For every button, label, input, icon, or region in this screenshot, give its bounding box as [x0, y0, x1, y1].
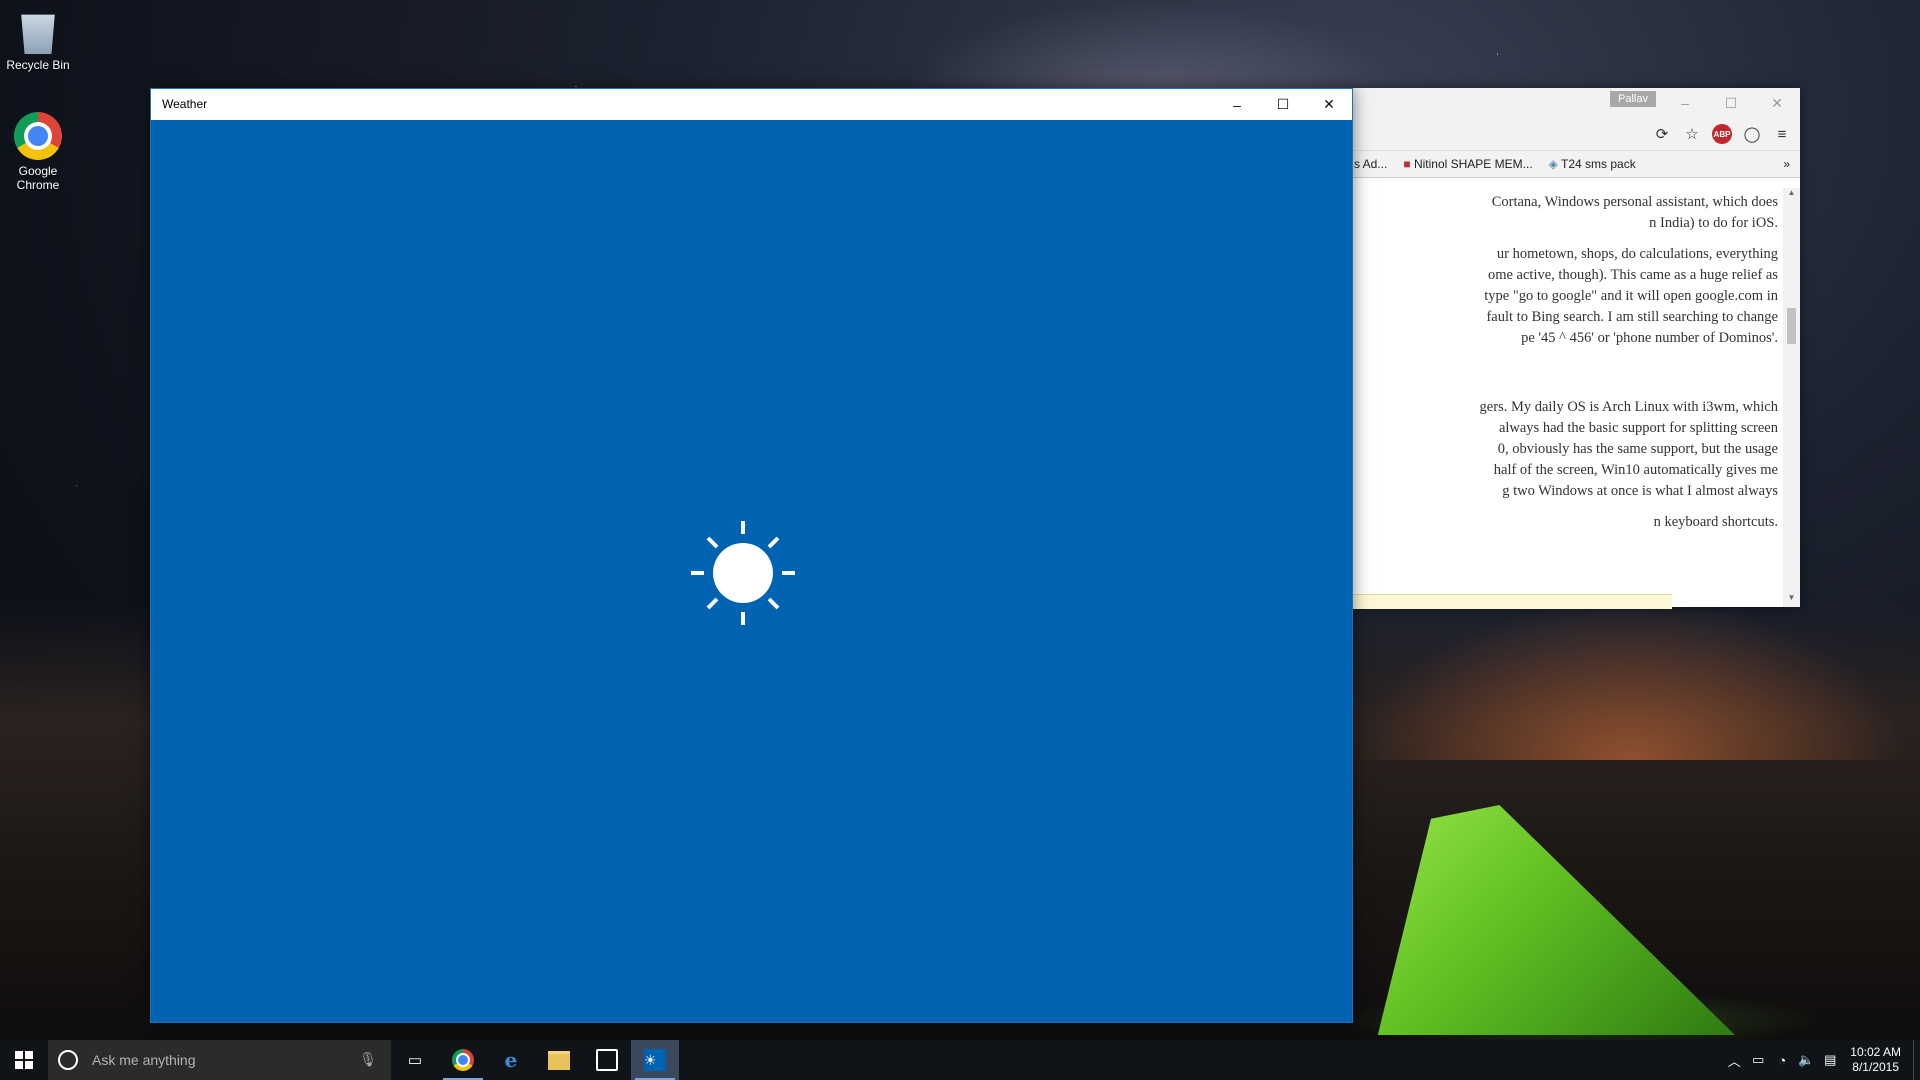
bookmark-item[interactable]: ◈ T24 sms pack	[1549, 157, 1636, 171]
chrome-close-button[interactable]: ✕	[1754, 88, 1800, 118]
bookmark-favicon-icon: ■	[1403, 157, 1414, 171]
chrome-minimize-button[interactable]: –	[1662, 88, 1708, 118]
sun-icon	[691, 521, 795, 625]
bookmark-item[interactable]: ■ Nitinol SHAPE MEM...	[1403, 157, 1532, 171]
system-tray: ︿ ▭ ◔ 🔈 ▤ 10:02 AM 8/1/2015	[1722, 1040, 1920, 1080]
chrome-logo-icon	[14, 112, 62, 160]
scroll-thumb[interactable]	[1787, 308, 1796, 344]
wifi-icon[interactable]: ◔	[1770, 1053, 1794, 1068]
scroll-down-arrow-icon[interactable]: ▼	[1783, 593, 1800, 607]
bookmark-favicon-icon: ◈	[1548, 157, 1562, 171]
article-paragraph: n keyboard shortcuts.	[1350, 512, 1783, 533]
clock-time: 10:02 AM	[1850, 1045, 1901, 1059]
article-line: g two Windows at once is what I almost a…	[1502, 483, 1778, 499]
article-line: fault to Bing search. I am still searchi…	[1486, 309, 1778, 325]
edge-icon: e	[504, 1048, 518, 1072]
bookmark-star-icon[interactable]: ☆	[1682, 124, 1702, 144]
taskbar-store[interactable]	[583, 1040, 631, 1080]
scroll-up-arrow-icon[interactable]: ▲	[1783, 188, 1800, 202]
weather-sun-icon: ☀	[644, 1049, 666, 1071]
taskbar-file-explorer[interactable]	[535, 1040, 583, 1080]
bookmarks-bar: s Ad... ■ Nitinol SHAPE MEM... ◈ T24 sms…	[1350, 151, 1800, 178]
taskbar: Ask me anything 🎙 ▭ e ☀ ︿ ▭ ◔ 🔈 ▤ 10:02 …	[0, 1040, 1920, 1080]
article-line: 0, obviously has the same support, but t…	[1497, 441, 1778, 457]
weather-titlebar[interactable]: Weather – ☐ ✕	[151, 89, 1352, 120]
page-scrollbar[interactable]: ▲ ▼	[1783, 188, 1800, 607]
show-desktop-button[interactable]	[1913, 1040, 1920, 1080]
page-content: Cortana, Windows personal assistant, whi…	[1350, 188, 1783, 607]
bookmark-item[interactable]: s Ad...	[1354, 157, 1387, 171]
microphone-icon[interactable]: 🎙	[359, 1051, 377, 1068]
article-paragraph: ur hometown, shops, do calculations, eve…	[1350, 244, 1783, 349]
weather-window[interactable]: Weather – ☐ ✕	[150, 88, 1353, 1023]
reload-icon[interactable]: ⟳	[1652, 124, 1672, 144]
chrome-window[interactable]: Pallav – ☐ ✕ ⟳ ☆ ABP ◯ ≡ s Ad... ■ Nitin…	[1350, 88, 1800, 609]
taskbar-chrome[interactable]	[439, 1040, 487, 1080]
extension-icon[interactable]: ◯	[1742, 124, 1762, 144]
volume-icon[interactable]: 🔈	[1794, 1052, 1818, 1068]
action-center-icon[interactable]: ▤	[1818, 1052, 1842, 1068]
desktop-icon-label: Recycle Bin	[6, 58, 70, 72]
taskbar-weather[interactable]: ☀	[631, 1040, 679, 1080]
minimize-button[interactable]: –	[1214, 89, 1260, 120]
taskbar-edge[interactable]: e	[487, 1040, 535, 1080]
profile-button[interactable]: Pallav	[1610, 91, 1656, 107]
article-line: gers. My daily OS is Arch Linux with i3w…	[1479, 399, 1778, 415]
task-view-button[interactable]: ▭	[391, 1040, 439, 1080]
folder-icon	[548, 1050, 570, 1070]
article-paragraph: gers. My daily OS is Arch Linux with i3w…	[1350, 397, 1783, 502]
start-button[interactable]	[0, 1040, 48, 1080]
article-line: n keyboard shortcuts.	[1653, 514, 1778, 530]
clock[interactable]: 10:02 AM 8/1/2015	[1850, 1045, 1901, 1075]
article-line: n India) to do for iOS.	[1649, 215, 1778, 231]
cortana-search-box[interactable]: Ask me anything 🎙	[48, 1040, 391, 1080]
article-line: half of the screen, Win10 automatically …	[1493, 462, 1778, 478]
store-bag-icon	[596, 1049, 618, 1071]
chrome-maximize-button[interactable]: ☐	[1708, 88, 1754, 118]
close-button[interactable]: ✕	[1306, 89, 1352, 120]
wallpaper-glow	[1350, 600, 1910, 760]
desktop-icon-label: Google Chrome	[16, 164, 60, 192]
show-hidden-icons-chevron-icon[interactable]: ︿	[1722, 1051, 1746, 1070]
article-line: always had the basic support for splitti…	[1498, 420, 1778, 436]
recycle-bin-icon	[21, 14, 55, 54]
chrome-toolbar: ⟳ ☆ ABP ◯ ≡	[1350, 118, 1800, 151]
search-placeholder: Ask me anything	[92, 1052, 196, 1068]
battery-icon[interactable]: ▭	[1746, 1052, 1770, 1068]
cortana-icon	[58, 1050, 78, 1070]
article-paragraph: Cortana, Windows personal assistant, whi…	[1350, 192, 1783, 234]
article-line: ome active, though). This came as a huge…	[1487, 267, 1778, 283]
chrome-menu-icon[interactable]: ≡	[1772, 124, 1792, 144]
windows-logo-icon	[15, 1051, 33, 1069]
article-line: ur hometown, shops, do calculations, eve…	[1496, 246, 1778, 262]
desktop-icon-recycle-bin[interactable]: Recycle Bin	[0, 6, 76, 72]
desktop-icon-google-chrome[interactable]: Google Chrome	[0, 112, 76, 192]
adblock-icon[interactable]: ABP	[1712, 124, 1732, 144]
task-view-icon: ▭	[407, 1052, 423, 1069]
bookmarks-overflow-button[interactable]: »	[1783, 157, 1790, 171]
clock-date: 8/1/2015	[1852, 1060, 1899, 1074]
chrome-titlebar[interactable]: Pallav – ☐ ✕	[1350, 88, 1800, 118]
article-line: Cortana, Windows personal assistant, whi…	[1491, 194, 1778, 210]
chrome-icon	[452, 1049, 474, 1071]
page-highlight-box	[1350, 594, 1672, 609]
window-title: Weather	[162, 97, 208, 111]
article-line: type "go to google" and it will open goo…	[1484, 288, 1778, 304]
article-line: pe '45 ^ 456' or 'phone number of Domino…	[1521, 330, 1778, 346]
maximize-button[interactable]: ☐	[1260, 89, 1306, 120]
